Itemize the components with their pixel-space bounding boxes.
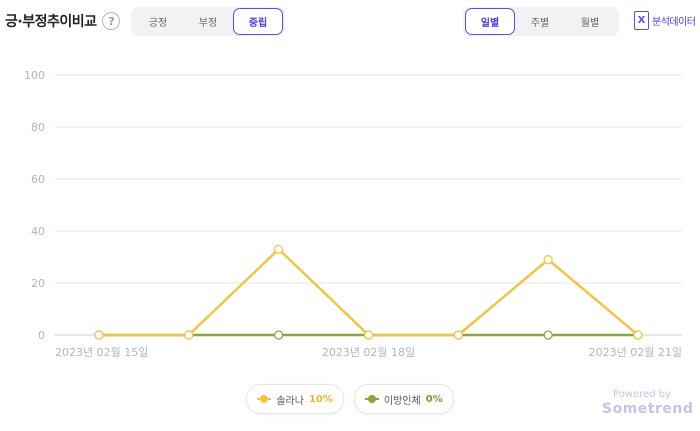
series-1-point-2: [274, 244, 284, 254]
chart-legend: 솔라나 10% 이방인체 0%: [0, 384, 700, 414]
x-tick-label-3: 2023년 02월 18일: [322, 345, 415, 359]
x-tick-label-0: 2023년 02월 15일: [55, 345, 148, 359]
legend-share-series-2: 0%: [425, 393, 443, 405]
series-2-point-2: [274, 330, 284, 340]
y-tick-label-0: 0: [38, 329, 45, 342]
powered-by-sometrend: Powered by Sometrend: [602, 389, 694, 417]
legend-share-series-1: 10%: [308, 393, 333, 405]
legend-marker-series-2: [364, 395, 379, 403]
x-tick-label-6: 2023년 02월 21일: [589, 345, 682, 359]
y-tick-label-60: 60: [31, 173, 45, 186]
series-1-point-0: [94, 330, 104, 340]
chart-grid: [55, 74, 682, 336]
y-axis-ticks: 0 20 40 60 80 100: [24, 69, 45, 342]
y-tick-label-40: 40: [31, 225, 45, 238]
series-1-point-5: [543, 255, 553, 265]
series-line-1: [99, 247, 639, 337]
legend-marker-series-1: [257, 395, 272, 403]
y-tick-label-100: 100: [24, 69, 45, 82]
brand-logo: Sometrend: [602, 401, 694, 417]
series-1-point-4: [453, 330, 463, 340]
y-tick-label-80: 80: [31, 121, 45, 134]
series-1-point-6: [633, 330, 643, 340]
series-2-point-5: [543, 330, 553, 340]
powered-by-text: Powered by: [613, 389, 671, 400]
line-chart: 020406080100 2023년 02월 15일 2023년 02월 18일 2…: [24, 69, 682, 359]
series-1-point-1: [184, 330, 194, 340]
chart-series: [94, 244, 643, 340]
legend-item-series-1[interactable]: 솔라나 10%: [246, 384, 344, 414]
series-1-point-3: [363, 330, 374, 340]
x-axis-ticks: 2023년 02월 15일 2023년 02월 18일 2023년 02월 21일: [55, 345, 682, 359]
legend-item-series-2[interactable]: 이방인체 0%: [353, 384, 454, 414]
y-tick-label-20: 20: [31, 277, 45, 290]
legend-label-series-2: 이방인체: [383, 395, 421, 407]
legend-label-series-1: 솔라나: [276, 395, 304, 407]
